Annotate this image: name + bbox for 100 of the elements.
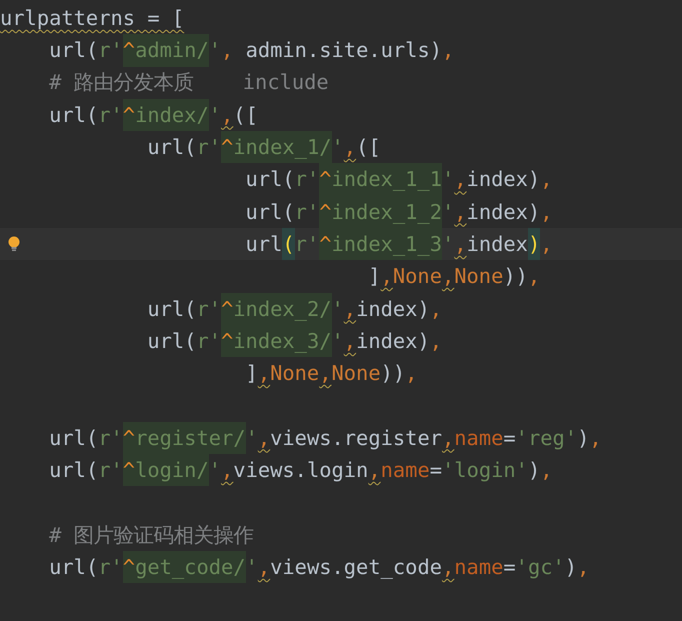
code-text: = bbox=[430, 457, 442, 484]
comma: , bbox=[442, 554, 454, 581]
regex-text: index/ bbox=[135, 98, 209, 132]
comma: , bbox=[589, 424, 602, 452]
regex-text: admin/ bbox=[135, 34, 209, 67]
comma: , bbox=[430, 328, 442, 355]
code-text: url( bbox=[246, 166, 295, 194]
comma: , bbox=[430, 296, 442, 323]
code-text: urlpatterns = [ bbox=[0, 4, 184, 32]
comma: , bbox=[442, 263, 454, 290]
string-literal: r' bbox=[98, 554, 123, 581]
code-text: url( bbox=[49, 37, 98, 64]
code-text: views.get_code bbox=[270, 554, 442, 581]
comma: , bbox=[577, 554, 590, 581]
keyword: None bbox=[331, 360, 381, 388]
string-literal: ' bbox=[208, 37, 222, 64]
regex-text: register/ bbox=[135, 422, 246, 454]
string-literal: r' bbox=[294, 166, 320, 194]
code-text: )) bbox=[503, 263, 528, 290]
code-text: url( bbox=[49, 424, 98, 452]
string-literal: ' bbox=[332, 134, 344, 162]
string-literal: r' bbox=[294, 230, 320, 258]
string-literal: r' bbox=[196, 296, 221, 323]
string-literal: 'reg' bbox=[516, 424, 578, 452]
keyword: None bbox=[270, 360, 320, 388]
regex-text: login/ bbox=[135, 454, 209, 486]
code-text: url( bbox=[49, 554, 98, 581]
comma: , bbox=[344, 296, 356, 323]
comma: , bbox=[405, 360, 418, 388]
keyword: None bbox=[454, 263, 504, 290]
comma: , bbox=[540, 198, 552, 226]
comma: , bbox=[540, 230, 553, 258]
keyword-argument: name bbox=[454, 424, 504, 452]
string-literal: r' bbox=[98, 102, 123, 129]
comma: , bbox=[442, 37, 454, 64]
code-text: url( bbox=[49, 457, 98, 484]
regex-text: get_code/ bbox=[135, 551, 246, 584]
code-text: index) bbox=[356, 328, 430, 355]
code-text: views.login bbox=[233, 457, 368, 484]
comma: , bbox=[221, 457, 234, 484]
comment: # 图片验证码相关操作 bbox=[49, 522, 254, 549]
regex-anchor: ^ bbox=[319, 163, 332, 196]
comma: , bbox=[258, 554, 270, 581]
comma: , bbox=[442, 424, 454, 452]
string-literal: ' bbox=[332, 328, 344, 355]
comma: , bbox=[258, 360, 270, 388]
code-text: ) bbox=[564, 554, 578, 581]
comma: , bbox=[540, 457, 553, 484]
code-text: url( bbox=[246, 198, 295, 226]
regex-text: index_1/ bbox=[233, 131, 332, 164]
string-literal: ' bbox=[332, 296, 344, 323]
code-text: url( bbox=[147, 296, 196, 323]
regex-text: index_2/ bbox=[233, 292, 332, 325]
code-text: = bbox=[503, 554, 516, 581]
regex-anchor: ^ bbox=[122, 98, 136, 132]
matched-brace: ( bbox=[282, 228, 295, 260]
comma: , bbox=[368, 457, 381, 484]
code-text: ] bbox=[246, 360, 258, 388]
string-literal: ' bbox=[246, 554, 258, 581]
regex-text: index_3/ bbox=[233, 324, 332, 358]
code-text: ] bbox=[368, 263, 381, 290]
lightbulb-icon[interactable] bbox=[8, 236, 20, 252]
string-literal: ' bbox=[208, 457, 222, 484]
code-text: index) bbox=[466, 166, 540, 194]
regex-anchor: ^ bbox=[122, 551, 136, 584]
code-text: url bbox=[246, 230, 282, 258]
string-literal: r' bbox=[98, 457, 123, 484]
regex-text: index_1_3 bbox=[332, 228, 442, 260]
comma: , bbox=[319, 360, 332, 388]
code-text: index) bbox=[466, 198, 540, 226]
code-text: ([ bbox=[233, 102, 258, 129]
regex-anchor: ^ bbox=[221, 324, 234, 358]
string-literal: 'gc' bbox=[516, 554, 565, 581]
regex-anchor: ^ bbox=[319, 228, 332, 260]
code-text: url( bbox=[147, 134, 196, 162]
code-text: url( bbox=[49, 102, 98, 129]
code-text: admin.site.urls) bbox=[246, 37, 442, 64]
regex-text: index_1_1 bbox=[331, 163, 442, 196]
code-text: )) bbox=[380, 360, 406, 388]
comma: , bbox=[454, 198, 467, 226]
comma: , bbox=[454, 166, 467, 194]
string-literal: ' bbox=[442, 166, 454, 194]
comma: , bbox=[258, 424, 270, 452]
comma: , bbox=[528, 263, 540, 290]
string-literal: r' bbox=[98, 424, 123, 452]
regex-anchor: ^ bbox=[221, 131, 234, 164]
code-text: url( bbox=[147, 328, 196, 355]
keyword-argument: name bbox=[454, 554, 504, 581]
code-text: = bbox=[503, 424, 516, 452]
string-literal: r' bbox=[98, 37, 123, 64]
string-literal: ' bbox=[208, 102, 222, 129]
comma: , bbox=[344, 134, 356, 162]
code-text: index) bbox=[356, 296, 430, 323]
matched-brace: ) bbox=[528, 228, 540, 260]
comma: , bbox=[221, 102, 234, 129]
keyword: None bbox=[392, 263, 442, 290]
comment: # 路由分发本质 include bbox=[49, 69, 329, 96]
regex-text: index_1_2 bbox=[331, 196, 442, 228]
code-text: index bbox=[466, 230, 528, 258]
code-text: ([ bbox=[356, 134, 381, 162]
